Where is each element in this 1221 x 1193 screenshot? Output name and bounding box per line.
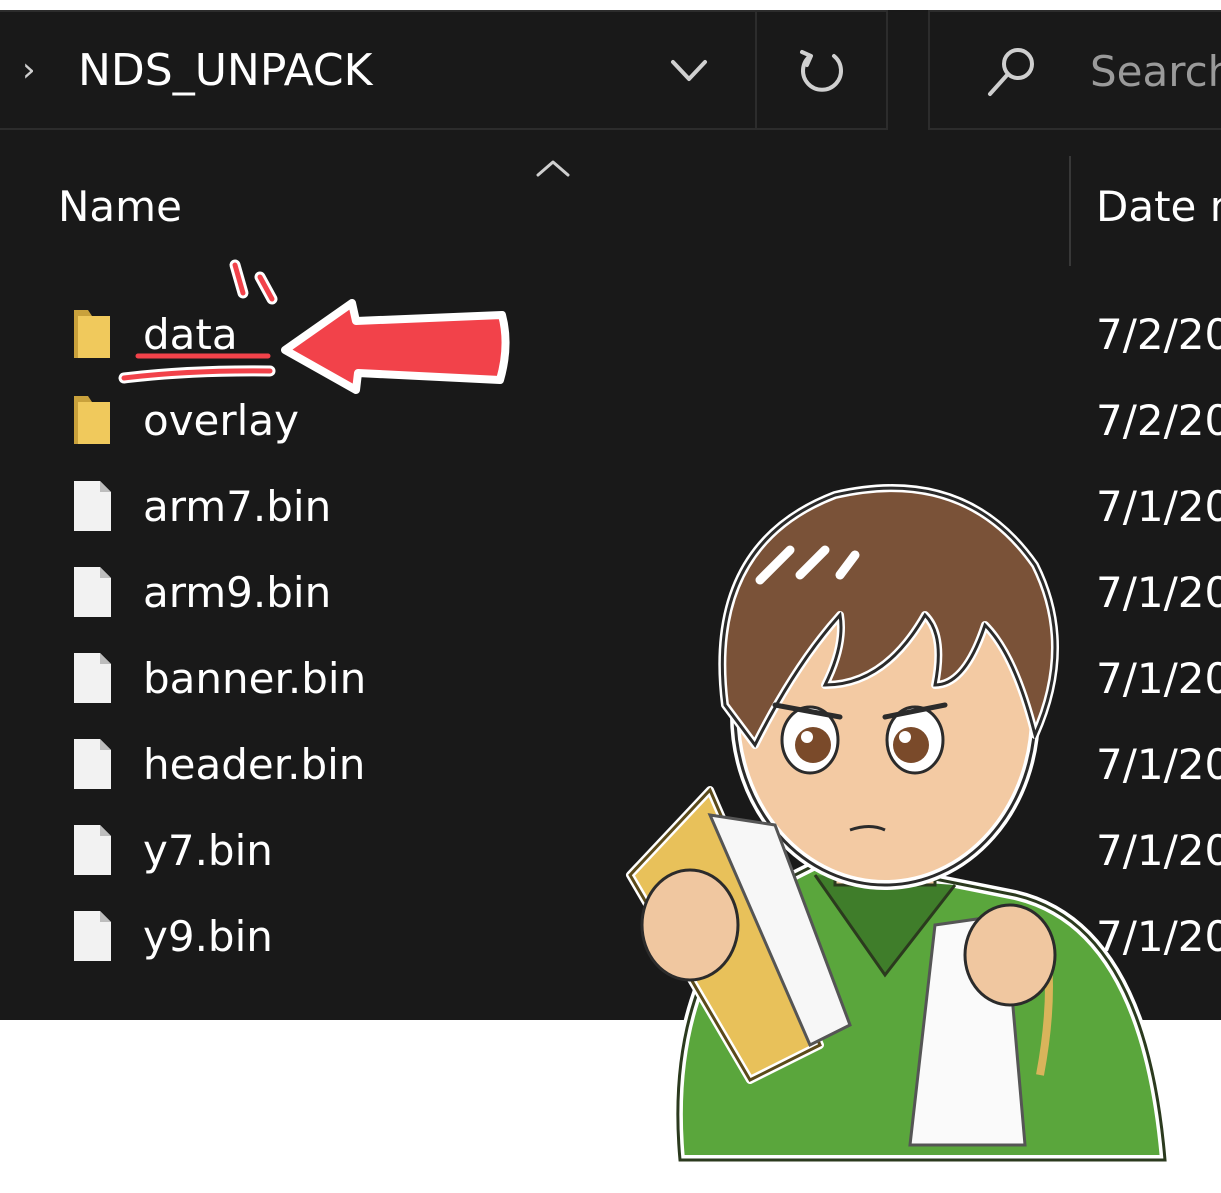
file-date: 7/2/20 [1096, 396, 1221, 445]
file-icon [74, 739, 111, 789]
sort-up-icon [536, 160, 570, 177]
file-name[interactable]: y7.bin [143, 823, 273, 879]
folder-icon [74, 396, 110, 444]
search-box[interactable]: Search [928, 10, 1221, 130]
address-bar[interactable]: › NDS_UNPACK [0, 10, 888, 130]
file-name[interactable]: header.bin [143, 737, 365, 793]
file-icon [74, 653, 111, 703]
column-header-date[interactable]: Date m [1096, 180, 1221, 234]
file-date: 7/2/20 [1096, 310, 1221, 359]
file-name[interactable]: arm7.bin [143, 479, 331, 535]
refresh-icon[interactable] [794, 44, 850, 100]
search-icon [988, 48, 1034, 96]
address-path[interactable]: NDS_UNPACK [78, 42, 372, 100]
search-input[interactable]: Search [1090, 46, 1221, 98]
column-header-name[interactable]: Name [58, 180, 182, 234]
chevron-right-icon[interactable]: › [22, 50, 36, 90]
folder-icon [74, 310, 110, 358]
file-name[interactable]: banner.bin [143, 651, 366, 707]
file-icon [74, 481, 111, 531]
mascot-illustration [626, 484, 1170, 1165]
file-name[interactable]: y9.bin [143, 909, 273, 965]
file-name[interactable]: arm9.bin [143, 565, 331, 621]
red-arrow-annotation [118, 259, 510, 394]
file-icon [74, 911, 111, 961]
column-divider[interactable] [1069, 156, 1071, 266]
chevron-down-icon[interactable] [664, 46, 714, 96]
address-divider [755, 12, 757, 130]
file-icon [74, 567, 111, 617]
file-icon [74, 825, 111, 875]
